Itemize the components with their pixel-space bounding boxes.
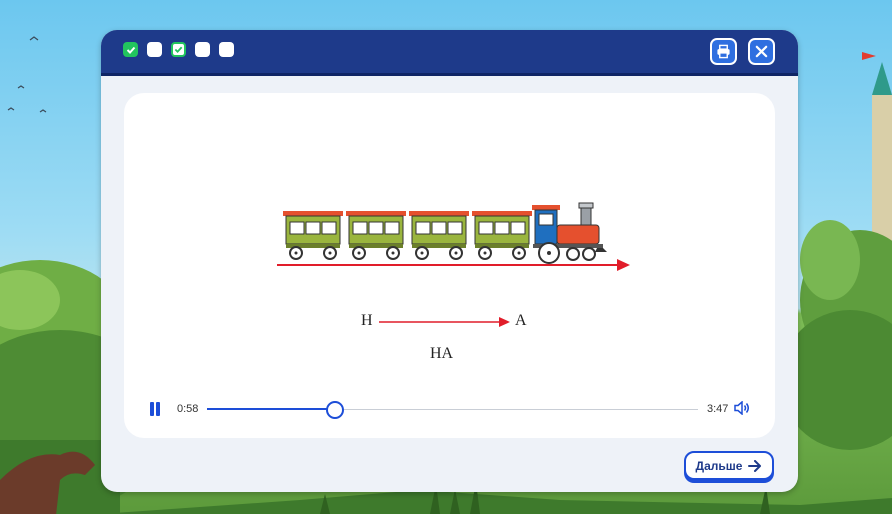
wagon xyxy=(472,211,532,260)
arrow-right-icon xyxy=(748,459,762,472)
elapsed-time: 0:58 xyxy=(177,403,199,415)
progress-step-pending xyxy=(219,42,234,57)
lesson-modal: Н А НА 0:58 3:47 Дальше xyxy=(101,30,798,492)
wagon xyxy=(283,211,343,260)
next-button-label: Дальше xyxy=(695,458,743,473)
progress-step-completed xyxy=(123,42,138,57)
modal-header xyxy=(101,30,798,76)
progress-step-pending xyxy=(147,42,162,57)
duration-time: 3:47 xyxy=(707,403,729,415)
close-button[interactable] xyxy=(748,38,775,65)
audio-player: 0:58 3:47 xyxy=(150,399,750,421)
from-letter: Н xyxy=(361,312,373,329)
print-button[interactable] xyxy=(710,38,737,65)
pause-icon xyxy=(150,402,154,416)
printer-icon xyxy=(717,44,730,59)
train-illustration xyxy=(277,202,630,271)
volume-icon[interactable] xyxy=(734,401,750,415)
progress-step-pending xyxy=(195,42,210,57)
result-syllable: НА xyxy=(430,345,454,362)
progress-step-completed xyxy=(171,42,186,57)
progress-steps xyxy=(123,42,234,57)
lesson-card: Н А НА 0:58 3:47 xyxy=(124,93,775,438)
close-icon xyxy=(755,45,768,58)
locomotive xyxy=(532,202,607,264)
seek-thumb[interactable] xyxy=(325,401,344,419)
merge-arrow xyxy=(379,317,510,327)
pause-button[interactable] xyxy=(150,402,162,416)
seek-bar[interactable] xyxy=(207,401,698,419)
wagon xyxy=(346,211,406,260)
next-button[interactable]: Дальше xyxy=(684,451,774,480)
check-icon xyxy=(174,46,183,54)
check-icon xyxy=(126,46,135,54)
syllable-diagram: Н А НА xyxy=(324,303,584,373)
seek-progress xyxy=(207,408,335,410)
to-letter: А xyxy=(515,312,527,329)
wagon xyxy=(409,211,469,260)
